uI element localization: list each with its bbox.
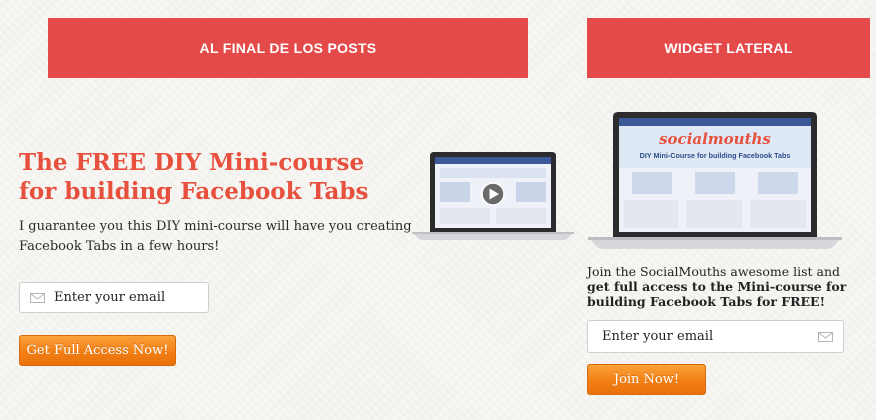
email-input[interactable] — [602, 329, 812, 344]
widget-intro-bold: get full access to the Mini-course for b… — [587, 279, 847, 309]
email-input[interactable] — [54, 290, 208, 305]
get-full-access-button[interactable]: Get Full Access Now! — [19, 335, 176, 366]
screen-logo: socialmouths — [659, 130, 771, 148]
course-description: I guarantee you this DIY mini-course wil… — [19, 219, 412, 254]
join-now-button[interactable]: Join Now! — [587, 364, 706, 395]
mail-envelope-icon — [818, 331, 833, 342]
banner-label: WIDGET LATERAL — [664, 40, 793, 56]
course-headline: The FREE DIY Mini-course for building Fa… — [19, 149, 369, 205]
email-field[interactable] — [587, 320, 844, 353]
play-icon[interactable] — [481, 182, 505, 206]
banner-label: AL FINAL DE LOS POSTS — [199, 40, 377, 56]
widget-intro: Join the SocialMouths awesome list and — [587, 264, 841, 279]
widget-description: Join the SocialMouths awesome list and g… — [587, 264, 867, 309]
screen-title: DIY Mini-Course for building Facebook Ta… — [640, 151, 791, 160]
email-field[interactable] — [19, 282, 209, 313]
mail-envelope-icon — [30, 292, 45, 303]
section-banner-posts: AL FINAL DE LOS POSTS — [48, 18, 528, 78]
section-banner-widget: WIDGET LATERAL — [587, 18, 870, 78]
laptop-mockup-course: socialmouths DIY Mini-Course for buildin… — [588, 110, 842, 252]
laptop-mockup-video — [412, 150, 574, 242]
